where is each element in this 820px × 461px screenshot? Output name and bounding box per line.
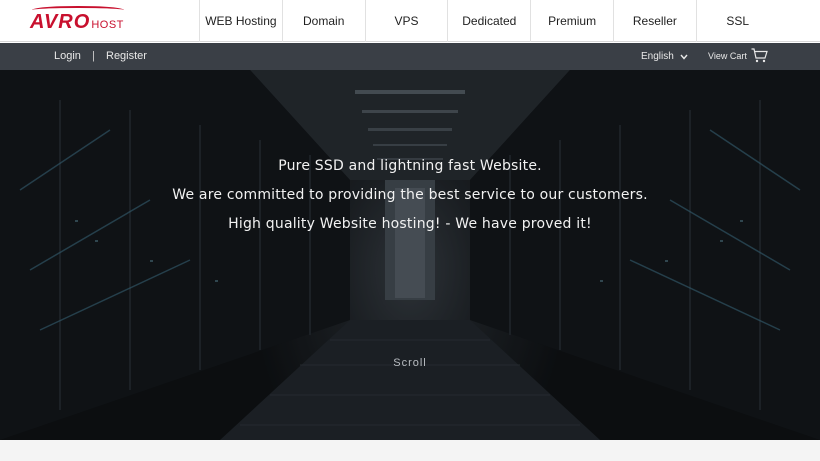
account-bar: Login | Register English View Cart	[0, 43, 820, 70]
link-separator: |	[92, 50, 95, 62]
login-link[interactable]: Login	[54, 50, 81, 62]
menu-item-premium[interactable]: Premium	[530, 0, 613, 42]
top-navigation: AVRO HOST WEB Hosting Domain VPS Dedicat…	[0, 0, 820, 42]
menu-item-vps[interactable]: VPS	[364, 0, 448, 42]
content-section-top	[0, 440, 820, 461]
logo-sub-text: HOST	[91, 19, 124, 31]
hero-banner: Pure SSD and lightning fast Website. We …	[0, 70, 820, 440]
register-link[interactable]: Register	[106, 50, 147, 62]
logo-main-text: AVRO	[30, 11, 91, 33]
avrohost-logo[interactable]: AVRO HOST	[30, 6, 160, 32]
language-selector[interactable]: English	[641, 51, 688, 62]
logo-swoosh-decoration	[32, 6, 124, 14]
cart-label: View Cart	[708, 50, 747, 61]
menu-item-domain[interactable]: Domain	[281, 0, 365, 42]
menu-item-dedicated[interactable]: Dedicated	[447, 0, 530, 42]
chevron-down-icon	[680, 54, 688, 60]
hero-headline-2: We are committed to providing the best s…	[172, 187, 648, 203]
menu-item-web-hosting[interactable]: WEB Hosting	[199, 0, 282, 42]
cart-icon	[751, 48, 768, 63]
hero-headline-3: High quality Website hosting! - We have …	[228, 216, 592, 232]
server-room-background	[0, 70, 820, 440]
scroll-indicator[interactable]: Scroll	[0, 357, 820, 369]
view-cart-link[interactable]: View Cart	[708, 48, 768, 63]
menu-item-ssl[interactable]: SSL	[695, 0, 779, 42]
hero-headline-1: Pure SSD and lightning fast Website.	[278, 158, 542, 174]
menu-item-reseller[interactable]: Reseller	[612, 0, 696, 42]
language-label: English	[641, 51, 674, 62]
main-menu: WEB Hosting Domain VPS Dedicated Premium…	[199, 0, 779, 42]
